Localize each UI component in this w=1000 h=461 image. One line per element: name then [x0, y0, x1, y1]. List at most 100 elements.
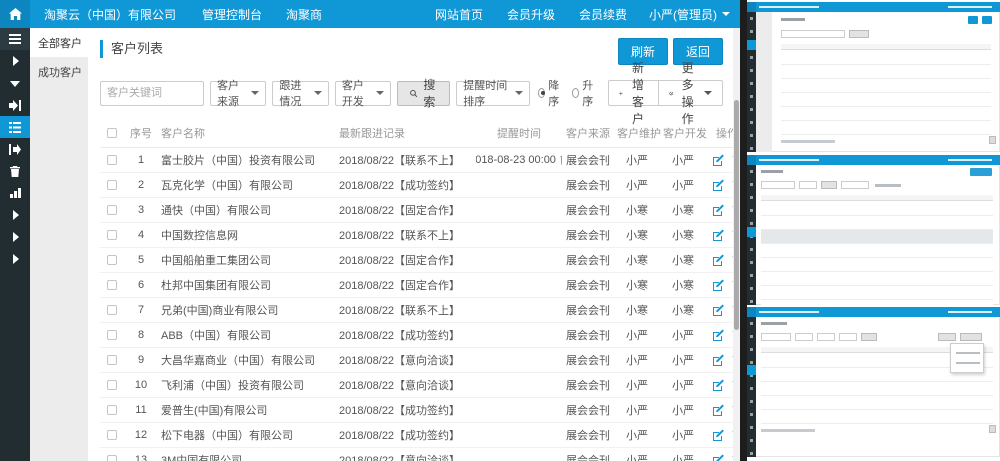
- customer-table-row: 1 富士胶片（中国）投资有限公司 2018/08/22【联系不上】 2018-0…: [100, 148, 733, 173]
- thumb1-scroll-box: [989, 136, 996, 144]
- row-checkbox[interactable]: [107, 305, 117, 315]
- thumb3-more-button: [960, 333, 982, 341]
- bar-chart-icon[interactable]: [0, 182, 30, 204]
- cell-no: 3: [124, 198, 158, 223]
- row-checkbox[interactable]: [107, 405, 117, 415]
- cell-latest-record: 2018/08/22【意向洽谈】: [336, 348, 476, 373]
- edit-icon[interactable]: [712, 254, 724, 266]
- edit-icon[interactable]: [712, 154, 724, 166]
- develop-select[interactable]: 客户开发: [335, 81, 391, 106]
- radio-asc-label: 升序: [582, 77, 596, 109]
- chevron-down-icon[interactable]: [0, 72, 30, 94]
- nav-console[interactable]: 管理控制台: [190, 0, 274, 28]
- edit-icon[interactable]: [712, 279, 724, 291]
- icon-sidebar: [0, 28, 30, 461]
- row-checkbox[interactable]: [107, 230, 117, 240]
- home-button[interactable]: [0, 0, 30, 28]
- row-checkbox[interactable]: [107, 280, 117, 290]
- user-menu[interactable]: 小严(管理员): [639, 0, 740, 28]
- thumb3-home-icon: [747, 307, 756, 317]
- chevron-right-icon[interactable]: [0, 50, 30, 72]
- header-source: 客户来源: [562, 119, 614, 148]
- sort-select[interactable]: 提醒时间排序: [456, 81, 530, 106]
- cell-keeper: 小严: [614, 173, 660, 198]
- sign-out-icon[interactable]: [0, 138, 30, 160]
- cell-no: 10: [124, 373, 158, 398]
- screenshot-stage: 淘聚云（中国）有限公司 管理控制台 淘聚商 网站首页 会员升级 会员续费 小严(…: [0, 0, 1000, 461]
- submenu-item-all-customers[interactable]: 全部客户: [30, 28, 88, 57]
- cell-keeper: 小寒: [614, 298, 660, 323]
- cell-keeper: 小严: [614, 323, 660, 348]
- brand-company[interactable]: 淘聚云（中国）有限公司: [30, 0, 190, 28]
- nav-member-renew[interactable]: 会员续费: [567, 0, 639, 28]
- search-button[interactable]: 搜索: [397, 81, 450, 106]
- sidebar-toggle-menu-icon[interactable]: [0, 28, 30, 50]
- thumb2-filter-select: [799, 181, 817, 189]
- thumbnail-column: [747, 0, 1000, 461]
- row-checkbox[interactable]: [107, 180, 117, 190]
- edit-icon[interactable]: [712, 179, 724, 191]
- develop-select-label: 客户开发: [342, 77, 370, 109]
- submenu-item-success-customers[interactable]: 成功客户: [30, 57, 88, 86]
- customer-table-row: 5 中国船舶重工集团公司 2018/08/22【固定合作】 展会会刊: [100, 248, 733, 273]
- row-checkbox[interactable]: [107, 255, 117, 265]
- cell-keeper: 小寒: [614, 223, 660, 248]
- row-checkbox[interactable]: [107, 380, 117, 390]
- screenshot-thumbnail-1: [747, 2, 1000, 152]
- cell-developer: 小严: [660, 373, 706, 398]
- thumb1-search-input: [781, 30, 845, 38]
- edit-icon[interactable]: [712, 304, 724, 316]
- caret-down-icon: [251, 91, 259, 95]
- customer-list-icon[interactable]: [0, 116, 30, 138]
- trash-icon[interactable]: [0, 160, 30, 182]
- row-checkbox[interactable]: [107, 155, 117, 165]
- cell-customer-name: 3M中国有限公司: [158, 448, 336, 461]
- vertical-scrollbar[interactable]: [733, 28, 740, 461]
- thumb3-select-2: [817, 333, 835, 341]
- row-checkbox[interactable]: [107, 455, 117, 461]
- followup-select[interactable]: 跟进情况: [272, 81, 328, 106]
- row-checkbox[interactable]: [107, 430, 117, 440]
- cell-source: 展会会刊: [562, 248, 614, 273]
- edit-icon[interactable]: [712, 379, 724, 391]
- source-select[interactable]: 客户来源: [210, 81, 266, 106]
- chevron-right-icon[interactable]: [0, 204, 30, 226]
- cell-latest-record: 2018/08/22【意向洽谈】: [336, 373, 476, 398]
- row-checkbox[interactable]: [107, 355, 117, 365]
- customer-table-row: 13 3M中国有限公司 2018/08/22【意向洽谈】 展会会刊: [100, 448, 733, 461]
- keyword-input[interactable]: [100, 81, 204, 106]
- edit-icon[interactable]: [712, 229, 724, 241]
- add-customer-button[interactable]: 新增客户: [608, 80, 659, 106]
- caret-down-icon: [314, 91, 322, 95]
- edit-icon[interactable]: [712, 404, 724, 416]
- chevron-right-icon[interactable]: [0, 248, 30, 270]
- customer-table-row: 11 爱普生(中国)有限公司 2018/08/22【成功签约】 展会会刊: [100, 398, 733, 423]
- nav-site-home[interactable]: 网站首页: [423, 0, 495, 28]
- thumb2-highlighted-row: [761, 230, 993, 243]
- cell-no: 11: [124, 398, 158, 423]
- edit-icon[interactable]: [712, 429, 724, 441]
- cell-keeper: 小寒: [614, 248, 660, 273]
- row-checkbox[interactable]: [107, 330, 117, 340]
- cell-source: 展会会刊: [562, 273, 614, 298]
- nav-member-upgrade[interactable]: 会员升级: [495, 0, 567, 28]
- remind-delete-icon[interactable]: [560, 155, 562, 165]
- sign-in-icon[interactable]: [0, 94, 30, 116]
- customer-table-row: 6 杜邦中国集团有限公司 2018/08/22【固定合作】 展会会刊: [100, 273, 733, 298]
- row-checkbox[interactable]: [107, 205, 117, 215]
- chevron-right-icon[interactable]: [0, 226, 30, 248]
- scrollbar-thumb[interactable]: [734, 100, 739, 330]
- edit-icon[interactable]: [712, 354, 724, 366]
- edit-icon[interactable]: [712, 329, 724, 341]
- nav-shop[interactable]: 淘聚商: [274, 0, 334, 28]
- radio-asc[interactable]: 升序: [572, 77, 596, 109]
- edit-icon[interactable]: [712, 454, 724, 461]
- home-icon: [9, 8, 22, 20]
- radio-desc[interactable]: 降序: [538, 77, 562, 109]
- edit-icon[interactable]: [712, 204, 724, 216]
- customer-table-row: 2 瓦克化学（中国）有限公司 2018/08/22【成功签约】 展会会刊: [100, 173, 733, 198]
- more-actions-button[interactable]: 更多操作: [658, 80, 723, 106]
- select-all-checkbox[interactable]: [107, 128, 117, 138]
- thumb1-search-button: [849, 30, 869, 38]
- cell-customer-name: 通快（中国）有限公司: [158, 198, 336, 223]
